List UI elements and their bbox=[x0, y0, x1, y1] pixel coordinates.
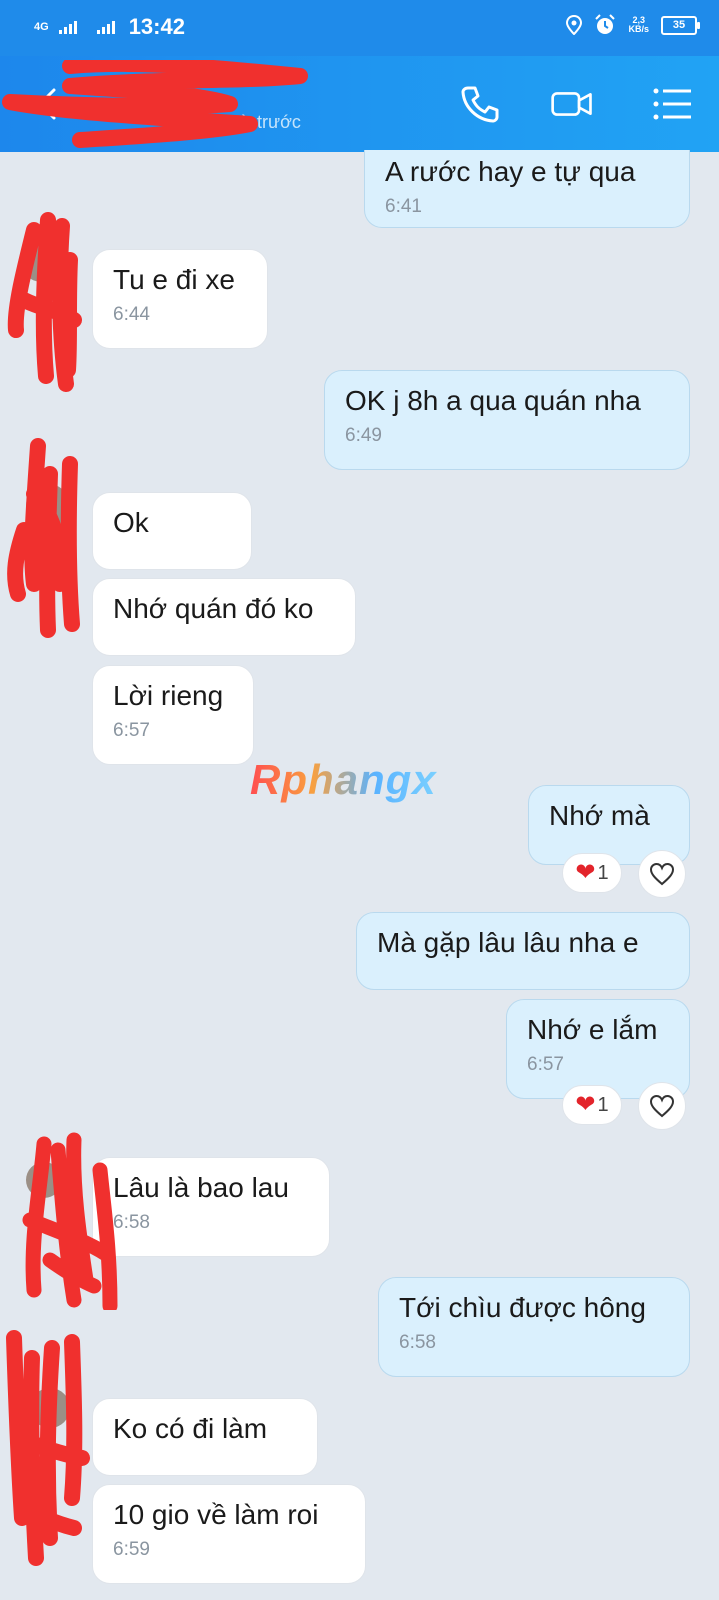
network-speed: 2,3 KB/s bbox=[628, 15, 649, 34]
message-outgoing[interactable]: OK j 8h a qua quán nha 6:49 bbox=[324, 370, 690, 470]
message-text: Lâu là bao lau bbox=[113, 1172, 289, 1203]
message-time: 6:41 bbox=[385, 196, 422, 217]
redacted-avatar bbox=[7, 438, 80, 638]
signal-icon bbox=[58, 21, 77, 34]
phone-call-icon[interactable] bbox=[458, 82, 502, 126]
heart-outline-icon bbox=[649, 862, 675, 886]
message-incoming[interactable]: Ko có đi làm bbox=[92, 1398, 318, 1476]
message-text: Nhớ quán đó ko bbox=[113, 593, 314, 624]
battery-indicator: 35 bbox=[661, 15, 700, 35]
message-incoming[interactable]: Tu e đi xe 6:44 bbox=[92, 249, 268, 349]
chat-header: ừ trước bbox=[0, 56, 719, 152]
signal-icon-2 bbox=[96, 21, 115, 34]
message-text: Nhớ mà bbox=[549, 800, 650, 831]
watermark-logo: Rphangx bbox=[250, 756, 437, 803]
network-type: 4G bbox=[34, 21, 49, 33]
like-button[interactable] bbox=[638, 1082, 686, 1130]
message-incoming[interactable]: Lâu là bao lau 6:58 bbox=[92, 1157, 330, 1257]
message-time: 6:57 bbox=[113, 720, 150, 741]
alarm-icon bbox=[595, 14, 616, 34]
redacted-avatar bbox=[7, 212, 82, 392]
redacted-avatar bbox=[6, 1330, 90, 1566]
message-outgoing[interactable]: Tới chìu được hông 6:58 bbox=[378, 1277, 690, 1377]
reaction-badge[interactable]: ❤ 1 bbox=[562, 853, 622, 893]
video-call-icon[interactable] bbox=[550, 82, 594, 126]
clock: 13:42 bbox=[128, 14, 185, 39]
redaction-scribble bbox=[2, 60, 308, 148]
reaction-badge[interactable]: ❤ 1 bbox=[562, 1085, 622, 1125]
reaction-count: 1 bbox=[597, 1093, 609, 1116]
message-text: 10 gio về làm roi bbox=[113, 1499, 319, 1530]
message-time: 6:59 bbox=[113, 1539, 150, 1560]
heart-reaction-icon: ❤ bbox=[575, 859, 596, 886]
message-text: Tu e đi xe bbox=[113, 264, 235, 295]
message-outgoing[interactable]: A rước hay e tự qua 6:41 bbox=[364, 150, 690, 228]
message-time: 6:44 bbox=[113, 304, 150, 325]
message-text: Nhớ e lắm bbox=[527, 1014, 658, 1045]
menu-icon[interactable] bbox=[650, 82, 694, 126]
message-text: Tới chìu được hông bbox=[399, 1292, 646, 1323]
message-text: Ko có đi làm bbox=[113, 1413, 268, 1444]
message-text: Mà gặp lâu lâu nha e bbox=[377, 927, 639, 958]
redacted-avatar bbox=[22, 1132, 118, 1310]
message-time: 6:49 bbox=[345, 425, 382, 446]
message-text: Ok bbox=[113, 507, 149, 538]
message-incoming[interactable]: Lời rieng 6:57 bbox=[92, 665, 254, 765]
heart-outline-icon bbox=[649, 1094, 675, 1118]
message-text: A rước hay e tự qua bbox=[385, 156, 636, 187]
status-bar: 4G 13:42 2,3 KB/s 35 bbox=[0, 0, 719, 56]
reaction-count: 1 bbox=[597, 861, 609, 884]
message-time: 6:58 bbox=[399, 1332, 436, 1353]
message-text: Lời rieng bbox=[113, 680, 224, 711]
location-icon bbox=[566, 15, 583, 35]
message-text: OK j 8h a qua quán nha bbox=[345, 385, 641, 416]
message-time: 6:58 bbox=[113, 1212, 150, 1233]
message-incoming[interactable]: Nhớ quán đó ko bbox=[92, 578, 356, 656]
message-outgoing[interactable]: Mà gặp lâu lâu nha e bbox=[356, 912, 690, 990]
message-time: 6:57 bbox=[527, 1054, 564, 1075]
heart-reaction-icon: ❤ bbox=[575, 1091, 596, 1118]
message-incoming[interactable]: Ok bbox=[92, 492, 252, 570]
message-incoming[interactable]: 10 gio về làm roi 6:59 bbox=[92, 1484, 366, 1584]
like-button[interactable] bbox=[638, 850, 686, 898]
